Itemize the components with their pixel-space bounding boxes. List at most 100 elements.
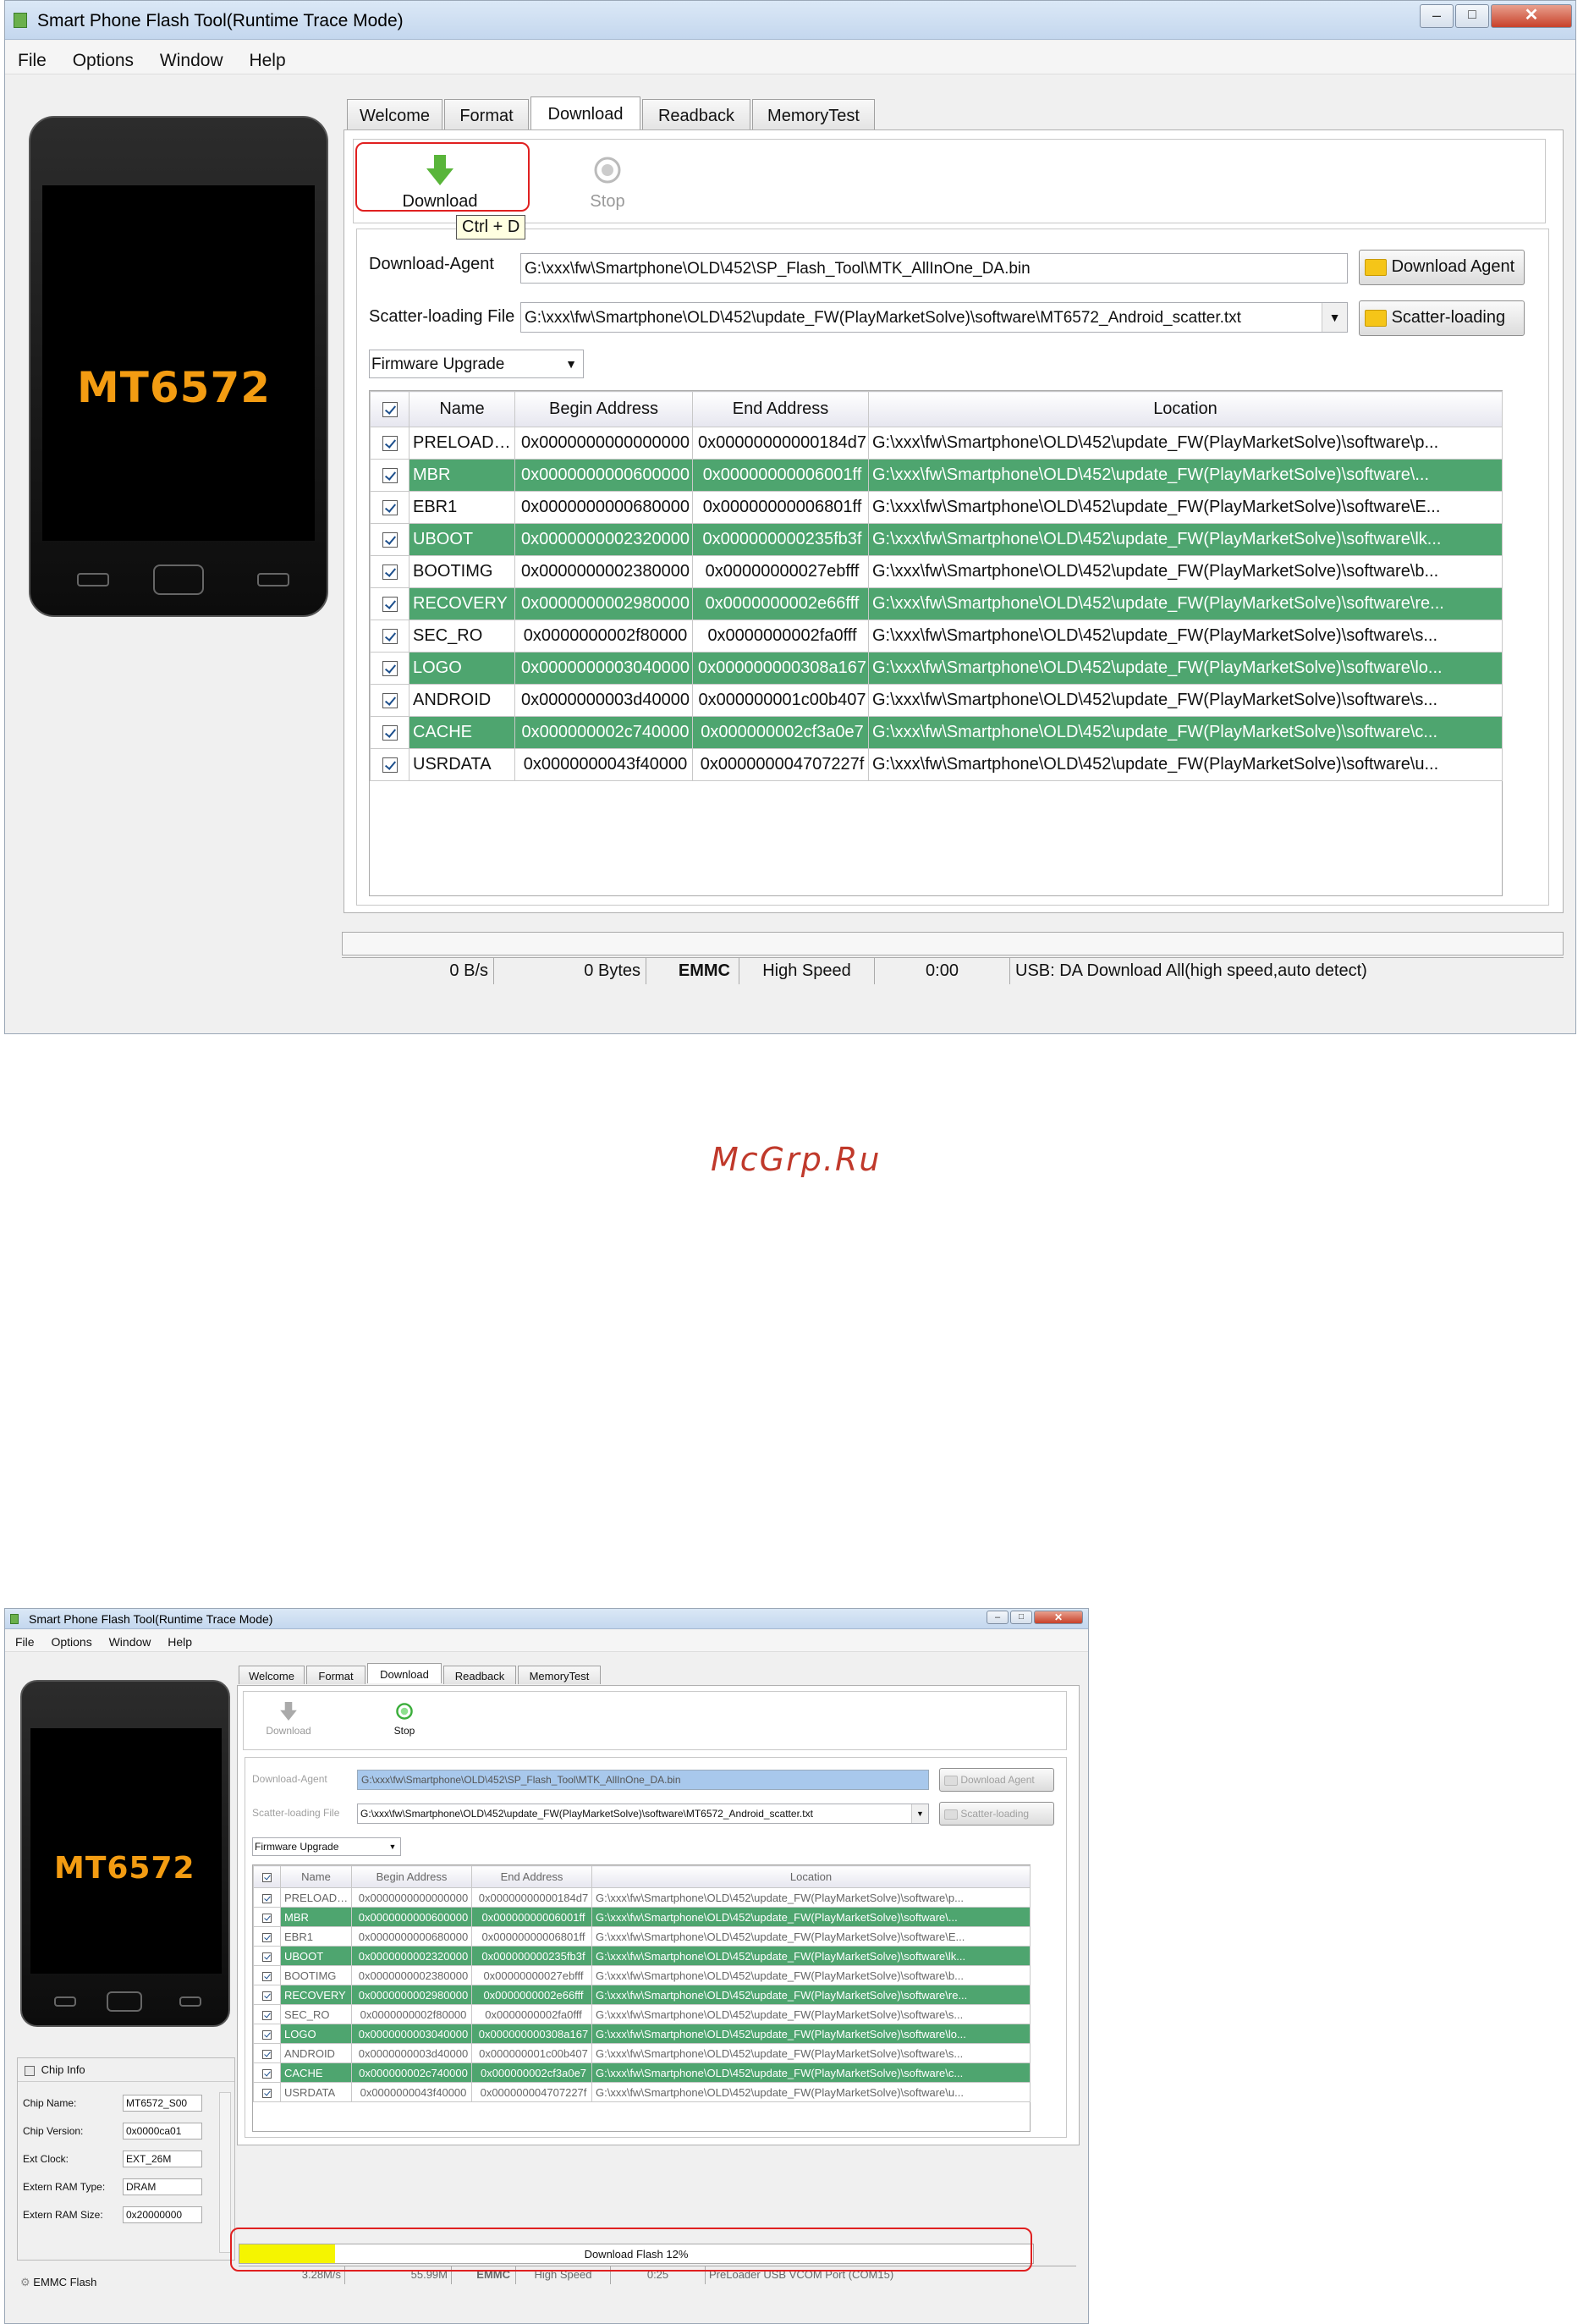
row-checkbox[interactable] bbox=[382, 596, 398, 612]
tab-readback[interactable]: Readback bbox=[642, 99, 750, 129]
row-checkbox[interactable] bbox=[382, 531, 398, 548]
chip-scrollbar[interactable] bbox=[219, 2092, 231, 2253]
row-checkbox[interactable] bbox=[382, 499, 398, 515]
close-button[interactable]: ✕ bbox=[1491, 4, 1572, 28]
row-checkbox-cell[interactable] bbox=[370, 491, 409, 524]
tab-format[interactable]: Format bbox=[306, 1666, 366, 1684]
row-checkbox-cell[interactable] bbox=[370, 716, 409, 749]
tab-readback[interactable]: Readback bbox=[443, 1666, 516, 1684]
table-row[interactable]: RECOVERY 0x0000000002980000 0x0000000002e6… bbox=[253, 1985, 1031, 2005]
row-checkbox[interactable] bbox=[262, 1952, 272, 1962]
table-row[interactable]: LOGO 0x0000000003040000 0x000000000308a167… bbox=[370, 652, 1503, 685]
row-checkbox-cell[interactable] bbox=[370, 620, 409, 653]
minimize-button[interactable]: – bbox=[987, 1611, 1009, 1624]
scatter-file-field[interactable]: G:\xxx\fw\Smartphone\OLD\452\update_FW(P… bbox=[520, 302, 1348, 333]
row-checkbox[interactable] bbox=[382, 757, 398, 773]
row-checkbox-cell[interactable] bbox=[370, 748, 409, 781]
row-checkbox-cell[interactable] bbox=[253, 2082, 281, 2102]
row-checkbox[interactable] bbox=[262, 1932, 272, 1942]
maximize-button[interactable]: □ bbox=[1455, 4, 1489, 28]
select-all-checkbox[interactable] bbox=[382, 401, 398, 417]
table-row[interactable]: BOOTIMG 0x0000000002380000 0x00000000027eb… bbox=[253, 1965, 1031, 1985]
row-checkbox-cell[interactable] bbox=[370, 684, 409, 717]
scatter-loading-button[interactable]: Scatter-loading bbox=[1359, 300, 1525, 336]
row-checkbox[interactable] bbox=[262, 1991, 272, 2001]
close-button[interactable]: ✕ bbox=[1034, 1611, 1083, 1624]
row-checkbox-cell[interactable] bbox=[370, 459, 409, 492]
menu-window[interactable]: Window bbox=[160, 51, 223, 71]
menu-help[interactable]: Help bbox=[168, 1635, 192, 1649]
header-checkbox[interactable] bbox=[370, 391, 409, 427]
tab-memorytest[interactable]: MemoryTest bbox=[752, 99, 875, 129]
table-row[interactable]: CACHE 0x000000002c740000 0x000000002cf3a0e… bbox=[370, 716, 1503, 749]
minimize-button[interactable]: – bbox=[1420, 4, 1454, 28]
table-row[interactable]: EBR1 0x0000000000680000 0x00000000006801ff… bbox=[253, 1926, 1031, 1947]
table-row[interactable]: ANDROID 0x0000000003d40000 0x000000001c00b… bbox=[370, 684, 1503, 717]
tab-welcome[interactable]: Welcome bbox=[239, 1666, 305, 1684]
row-checkbox-cell[interactable] bbox=[253, 1926, 281, 1947]
menu-options[interactable]: Options bbox=[73, 51, 134, 71]
row-checkbox-cell[interactable] bbox=[253, 1887, 281, 1908]
row-checkbox-cell[interactable] bbox=[370, 555, 409, 588]
row-checkbox-cell[interactable] bbox=[370, 587, 409, 620]
row-checkbox[interactable] bbox=[262, 2049, 272, 2059]
tab-download[interactable]: Download bbox=[367, 1663, 442, 1683]
row-checkbox-cell[interactable] bbox=[253, 1907, 281, 1927]
table-row[interactable]: RECOVERY 0x0000000002980000 0x0000000002e6… bbox=[370, 587, 1503, 620]
stop-button[interactable]: Stop bbox=[379, 1697, 430, 1746]
menu-help[interactable]: Help bbox=[249, 51, 285, 71]
table-row[interactable]: ANDROID 0x0000000003d40000 0x000000001c00b… bbox=[253, 2043, 1031, 2063]
chevron-down-icon[interactable]: ▼ bbox=[1322, 303, 1347, 332]
table-row[interactable]: USRDATA 0x0000000043f40000 0x0000000047072… bbox=[370, 748, 1503, 781]
table-row[interactable]: PRELOADER 0x0000000000000000 0x00000000000… bbox=[253, 1887, 1031, 1908]
row-checkbox[interactable] bbox=[382, 467, 398, 483]
row-checkbox[interactable] bbox=[382, 692, 398, 708]
table-row[interactable]: MBR 0x0000000000600000 0x00000000006001ff G… bbox=[370, 459, 1503, 492]
stop-button[interactable]: Stop bbox=[565, 148, 650, 216]
row-checkbox-cell[interactable] bbox=[253, 1946, 281, 1966]
table-row[interactable]: LOGO 0x0000000003040000 0x000000000308a167… bbox=[253, 2024, 1031, 2044]
table-row[interactable]: EBR1 0x0000000000680000 0x00000000006801ff… bbox=[370, 491, 1503, 524]
menu-options[interactable]: Options bbox=[51, 1635, 91, 1649]
row-checkbox-cell[interactable] bbox=[370, 427, 409, 460]
row-checkbox[interactable] bbox=[382, 724, 398, 741]
row-checkbox-cell[interactable] bbox=[253, 2062, 281, 2083]
row-checkbox-cell[interactable] bbox=[253, 2043, 281, 2063]
table-row[interactable]: UBOOT 0x0000000002320000 0x000000000235fb3… bbox=[370, 523, 1503, 556]
row-checkbox-cell[interactable] bbox=[370, 652, 409, 685]
table-row[interactable]: UBOOT 0x0000000002320000 0x000000000235fb3… bbox=[253, 1946, 1031, 1966]
row-checkbox[interactable] bbox=[382, 435, 398, 451]
row-checkbox[interactable] bbox=[262, 2029, 272, 2040]
row-checkbox[interactable] bbox=[262, 2088, 272, 2098]
table-row[interactable]: SEC_RO 0x0000000002f80000 0x0000000002fa0f… bbox=[370, 620, 1503, 653]
table-row[interactable]: CACHE 0x000000002c740000 0x000000002cf3a0e… bbox=[253, 2062, 1031, 2083]
tab-download[interactable]: Download bbox=[530, 96, 640, 129]
download-agent-button[interactable]: Download Agent bbox=[1359, 250, 1525, 285]
row-checkbox[interactable] bbox=[262, 1893, 272, 1903]
row-checkbox[interactable] bbox=[262, 2068, 272, 2079]
row-checkbox-cell[interactable] bbox=[253, 1965, 281, 1985]
menu-file[interactable]: File bbox=[15, 1635, 35, 1649]
download-button[interactable]: Download bbox=[259, 1697, 318, 1746]
row-checkbox-cell[interactable] bbox=[253, 2004, 281, 2024]
tab-format[interactable]: Format bbox=[444, 99, 529, 129]
row-checkbox[interactable] bbox=[262, 1971, 272, 1981]
row-checkbox-cell[interactable] bbox=[253, 1985, 281, 2005]
table-row[interactable]: USRDATA 0x0000000043f40000 0x0000000047072… bbox=[253, 2082, 1031, 2102]
row-checkbox[interactable] bbox=[262, 1913, 272, 1923]
row-checkbox[interactable] bbox=[262, 2010, 272, 2020]
download-agent-field[interactable]: G:\xxx\fw\Smartphone\OLD\452\SP_Flash_To… bbox=[520, 253, 1348, 284]
menu-window[interactable]: Window bbox=[109, 1635, 151, 1649]
table-row[interactable]: MBR 0x0000000000600000 0x00000000006001ff G… bbox=[253, 1907, 1031, 1927]
tab-memorytest[interactable]: MemoryTest bbox=[518, 1666, 601, 1684]
table-row[interactable]: BOOTIMG 0x0000000002380000 0x00000000027eb… bbox=[370, 555, 1503, 588]
tab-welcome[interactable]: Welcome bbox=[347, 99, 442, 129]
maximize-button[interactable]: □ bbox=[1010, 1611, 1032, 1624]
row-checkbox-cell[interactable] bbox=[253, 2024, 281, 2044]
row-checkbox[interactable] bbox=[382, 628, 398, 644]
row-checkbox[interactable] bbox=[382, 564, 398, 580]
menu-file[interactable]: File bbox=[18, 51, 47, 71]
mode-select[interactable]: Firmware Upgrade ▼ bbox=[369, 350, 584, 378]
row-checkbox[interactable] bbox=[382, 660, 398, 676]
row-checkbox-cell[interactable] bbox=[370, 523, 409, 556]
